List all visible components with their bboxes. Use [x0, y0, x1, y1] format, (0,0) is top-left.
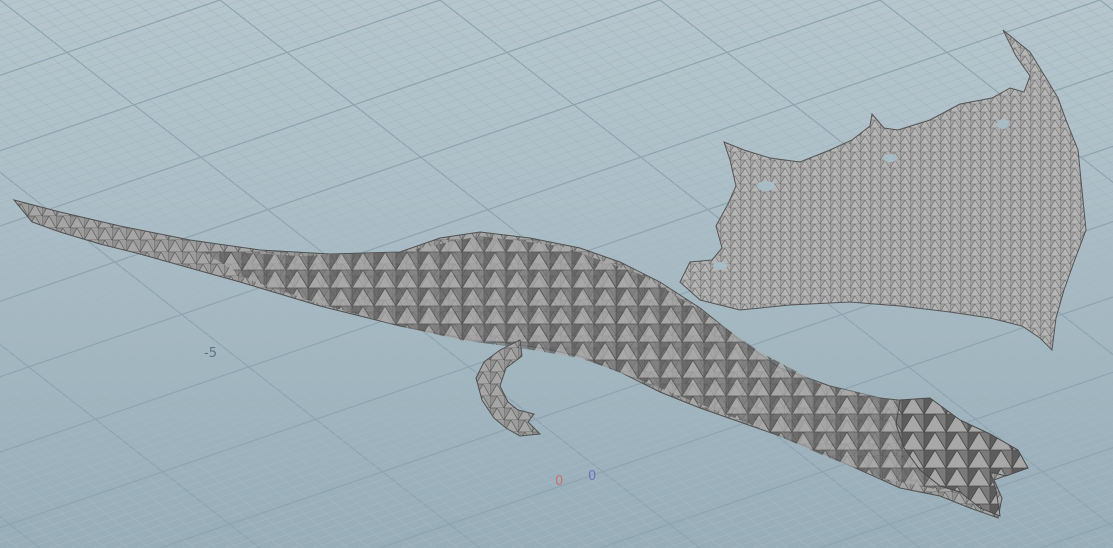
- viewport-scene[interactable]: -5 0 0: [0, 0, 1113, 548]
- grid-line: [0, 499, 63, 548]
- grid-line: [0, 0, 221, 76]
- wing-hole: [757, 181, 775, 191]
- wing-hole: [997, 119, 1009, 129]
- grid-line: [0, 395, 195, 548]
- grid-label-minus-five: -5: [204, 346, 217, 361]
- wing-hole: [883, 154, 897, 162]
- 3d-viewport[interactable]: -5 0 0: [0, 0, 1113, 548]
- grid-line: [0, 0, 45, 16]
- grid-line: [0, 430, 151, 548]
- grid-line: [0, 0, 111, 38]
- grid-line: [0, 0, 67, 23]
- grid-line: [1105, 545, 1113, 548]
- wing-hole: [713, 262, 727, 270]
- grid-line: [1077, 0, 1113, 28]
- grid-line: [1083, 537, 1113, 548]
- grid-label-origin-z: 0: [588, 469, 596, 484]
- grid-label-origin-x: 0: [555, 474, 563, 489]
